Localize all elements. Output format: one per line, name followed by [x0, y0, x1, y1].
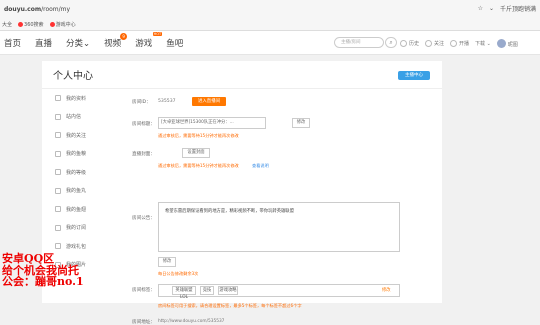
sidebar-item-profile[interactable]: 我的资料 — [42, 89, 120, 108]
mail-icon — [55, 113, 61, 120]
site-nav: 首页 直播 分类⌄ 视频 9 游戏 HOT 鱼吧 主播/房间 ⌕ 历史 关注 开播 … — [0, 31, 540, 55]
overlay-line: 公会：蹦哥no.1 — [2, 275, 84, 288]
chevron-down-icon: ⌄ — [83, 39, 91, 49]
room-title-input[interactable]: [大卓亚球世界]15300队正在冲分：... — [158, 117, 266, 129]
tag-item[interactable]: 英雄联盟LOL — [172, 286, 196, 300]
tags-note: 房间标签可用于搜索，请合理设置标签，最多5个标签，每个标签不超过6个字 — [158, 303, 302, 308]
nav-game[interactable]: 游戏 HOT — [135, 32, 163, 49]
title-note: 通过审核后，需要等待15分钟才能再次修改 — [158, 133, 239, 138]
sidebar-item-level[interactable]: 我的等级 — [42, 163, 120, 182]
subscribe-icon — [55, 224, 61, 231]
nav-download[interactable]: 下载 ⌄ — [475, 40, 491, 47]
nav-fishbar[interactable]: 鱼吧 — [166, 37, 183, 49]
room-id-label: 房间ID： — [132, 100, 151, 105]
sidebar-item-messages[interactable]: 站内信 — [42, 108, 120, 127]
nav-home[interactable]: 首页 — [4, 37, 21, 49]
sidebar-item-follows[interactable]: 我的关注 — [42, 126, 120, 145]
heart-icon — [55, 132, 61, 139]
bookmark-item[interactable]: 360搜索 — [18, 21, 44, 28]
fishfood-icon — [55, 150, 61, 157]
gift-icon — [55, 243, 61, 250]
bookmark-icon — [49, 22, 55, 27]
notice-label: 房间公告： — [132, 216, 155, 221]
page-header: 个人中心 主播中心 — [42, 61, 442, 89]
modify-notice-button[interactable]: 修改 — [158, 257, 176, 267]
url-label: 房间地址： — [132, 320, 155, 325]
cover-note: 通过审核后，需要等待15分钟才能再次修改 — [158, 163, 239, 168]
sidebar-item-fishball[interactable]: 我的鱼丸 — [42, 182, 120, 201]
nav-live[interactable]: 直播 — [35, 37, 52, 49]
cover-label: 直播封面： — [132, 152, 155, 157]
room-url: http://www.douyu.com/535537 — [158, 319, 225, 324]
level-icon — [55, 169, 61, 176]
search-input[interactable]: 主播/房间 — [334, 37, 384, 48]
modify-title-button[interactable]: 修改 — [292, 118, 310, 128]
search-icon[interactable]: ⌕ — [385, 37, 397, 48]
clock-icon — [400, 39, 407, 47]
nav-user[interactable]: 昵图 — [496, 38, 518, 48]
profile-icon — [55, 95, 61, 102]
nav-right: 历史 关注 开播 下载 ⌄ 昵图 — [400, 31, 518, 55]
nav-follow[interactable]: 关注 — [425, 39, 444, 47]
url-host: douyu.com — [4, 6, 42, 13]
fishfin-icon — [55, 206, 61, 213]
bookmark-item[interactable]: 大全 — [2, 21, 12, 28]
overlay-line: 安卓QQ区 — [2, 252, 55, 265]
nav-badge: 9 — [120, 33, 128, 40]
sidebar-item-fishfin[interactable]: 我的鱼翅 — [42, 200, 120, 219]
anchor-center-button[interactable]: 主播中心 — [398, 71, 430, 80]
page-title: 个人中心 — [53, 71, 93, 82]
bookmark-icon — [18, 22, 24, 27]
nav-category[interactable]: 分类⌄ — [66, 37, 90, 49]
bookmarks-bar: 大全 360搜索 游戏中心 — [0, 19, 76, 30]
tags-label: 房间标签： — [132, 288, 155, 293]
dropdown-icon[interactable]: ⌄ — [489, 5, 494, 12]
room-title-label: 房间标题： — [132, 122, 155, 127]
notice-textarea[interactable]: 希望东雷后期保证看到的地方是，精彩视频不断，带你玩转英雄联盟 — [158, 202, 400, 252]
nav-broadcast[interactable]: 开播 — [450, 39, 469, 47]
heart-icon — [425, 39, 433, 47]
address-bar[interactable]: douyu.com/room/my — [0, 4, 70, 16]
star-icon[interactable]: ☆ — [478, 5, 483, 12]
browser-right-text[interactable]: 千斤顶跑销满 — [500, 4, 536, 13]
sidebar-item-subscriptions[interactable]: 我的订阅 — [42, 219, 120, 238]
hot-badge: HOT — [152, 32, 163, 36]
room-id: 535537 — [158, 99, 176, 104]
tag-item[interactable]: 竞技 — [200, 286, 214, 295]
nav-video[interactable]: 视频 9 — [104, 33, 128, 49]
enter-room-button[interactable]: 进入直播间 — [192, 97, 226, 106]
url-path: /room/my — [41, 6, 71, 13]
notice-note: 每日公告修改剩余3次 — [158, 271, 199, 276]
watermark-overlay: 安卓QQ区 给个机会我尚托 公会：蹦哥no.1 — [2, 253, 84, 288]
tag-item[interactable]: 游戏攻略 — [218, 286, 238, 295]
room-settings: 房间ID： 535537 进入直播间 房间标题： [大卓亚球世界]15300队正… — [120, 89, 442, 325]
camera-icon — [450, 39, 458, 47]
cover-help-link[interactable]: 查看说明 — [252, 163, 269, 169]
set-cover-button[interactable]: 设置封面 — [182, 148, 210, 158]
nav-history[interactable]: 历史 — [400, 39, 419, 47]
fishball-icon — [55, 187, 61, 194]
personal-center: 个人中心 主播中心 我的资料 站内信 我的关注 我的鱼粮 我的等级 我的鱼丸 我… — [42, 61, 442, 325]
avatar — [496, 38, 506, 48]
edit-tags-link[interactable]: 修改 — [382, 287, 391, 293]
browser-chrome: douyu.com/room/my ☆ ⌄ 千斤顶跑销满 大全 360搜索 游戏… — [0, 0, 540, 31]
browser-toolbar: ☆ ⌄ 千斤顶跑销满 — [478, 4, 536, 13]
bookmark-item[interactable]: 游戏中心 — [49, 21, 76, 28]
sidebar-item-fishfood[interactable]: 我的鱼粮 — [42, 145, 120, 164]
